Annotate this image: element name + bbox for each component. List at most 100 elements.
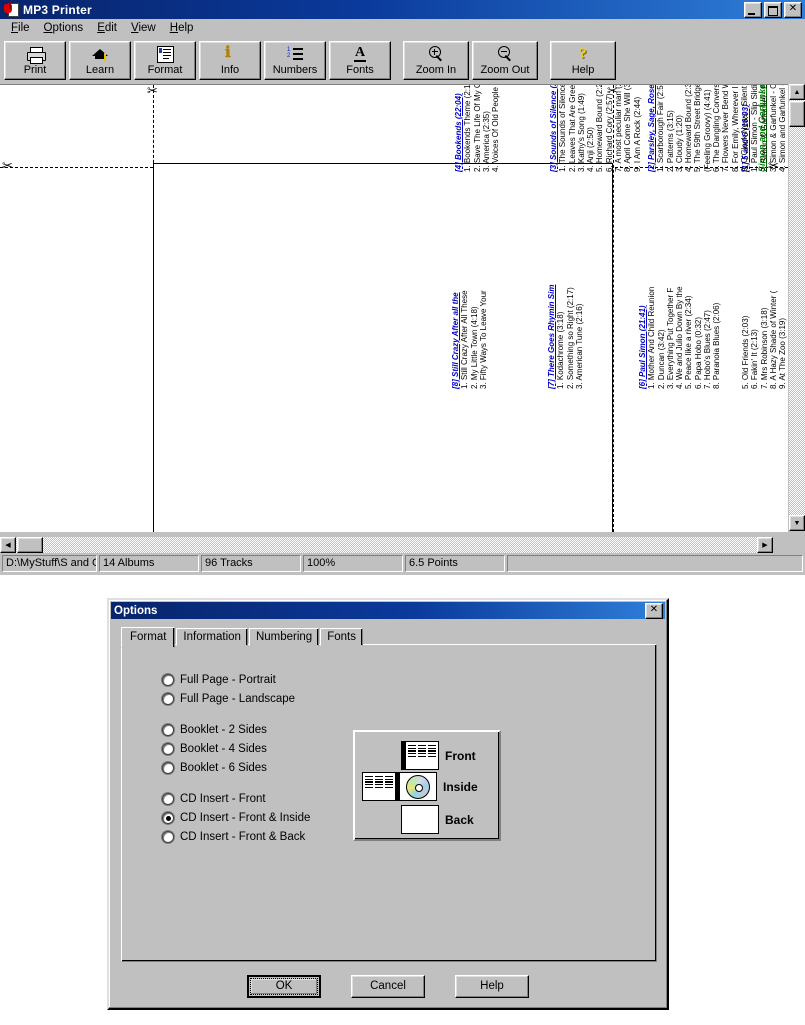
radio-label: Booklet - 4 Sides bbox=[180, 743, 267, 755]
radio-label: CD Insert - Front bbox=[180, 793, 266, 805]
album-column: [7] There Goes Rhymin Sim 1. Kodachrome (… bbox=[547, 285, 584, 389]
tab-numbering[interactable]: Numbering bbox=[248, 628, 320, 646]
format-preview-box: Front Inside Back bbox=[353, 730, 501, 841]
radio-cd-insert-front[interactable]: CD Insert - Front bbox=[162, 793, 266, 805]
track-line: 5. Peace like a river (2:34) bbox=[684, 295, 694, 389]
tab-information[interactable]: Information bbox=[176, 628, 248, 646]
track-line: 3. Simon & Garfunkel - Overs (1:59) bbox=[768, 84, 778, 172]
toolbar-button-zoom-out[interactable]: Zoom Out bbox=[472, 41, 538, 80]
scissors-icon-top-left: ✂ bbox=[147, 84, 158, 99]
menu-item-edit[interactable]: Edit bbox=[90, 20, 124, 37]
album-header: [8] Still Crazy After all the bbox=[451, 292, 460, 389]
status-path: D:\MyStuff\S and G bbox=[2, 555, 97, 572]
radio-booklet-4-sides[interactable]: Booklet - 4 Sides bbox=[162, 743, 267, 755]
radio-full-page-portrait[interactable]: Full Page - Portrait bbox=[162, 674, 276, 686]
album-column: 5. Old Friends (2:03) 6. Fakin' It (2:13)… bbox=[741, 284, 788, 389]
maximize-button[interactable] bbox=[764, 1, 782, 18]
vertical-scrollbar[interactable]: ▲ ▼ bbox=[789, 84, 805, 531]
menu-item-file[interactable]: FFileile bbox=[4, 20, 37, 37]
ok-button-label: OK bbox=[250, 978, 318, 995]
dialog-tab-panel: Full Page - Portrait Full Page - Landsca… bbox=[121, 644, 657, 962]
track-line: 8. Paranoia Blues (2:06) bbox=[712, 302, 722, 389]
radio-indicator[interactable] bbox=[162, 812, 174, 824]
track-line: 1. Kodachrome (3:18) bbox=[556, 311, 566, 389]
track-line: 2. Simon & Garfunkel - Blessed (3:49) bbox=[759, 84, 769, 172]
dialog-button-row: OK Cancel Help bbox=[109, 975, 667, 998]
track-line: (Feeling Groovy) (4:41) bbox=[702, 89, 712, 172]
radio-indicator[interactable] bbox=[162, 793, 174, 805]
track-line: 4. Homeward Bound (2:33) bbox=[684, 84, 694, 172]
radio-indicator[interactable] bbox=[162, 831, 174, 843]
radio-label: Booklet - 6 Sides bbox=[180, 762, 267, 774]
radio-label: CD Insert - Front & Back bbox=[180, 831, 306, 843]
track-line: 8. April Come She Will (3:05) bbox=[623, 84, 633, 172]
track-line: 1. Bookends Theme (2:14) bbox=[463, 84, 473, 172]
mp3-printer-icon bbox=[4, 2, 20, 17]
track-line: 5. Simon and Garfunkel - We've got bbox=[787, 85, 788, 172]
track-line: 2. Save The Life Of My Child (1:42) bbox=[472, 84, 482, 172]
toolbar-button-print[interactable]: Print bbox=[4, 41, 66, 80]
toolbar-button-help[interactable]: ? Help bbox=[550, 41, 616, 80]
cancel-button[interactable]: Cancel bbox=[351, 975, 425, 998]
radio-booklet-2-sides[interactable]: Booklet - 2 Sides bbox=[162, 724, 267, 736]
preview-back-row: Back bbox=[401, 805, 474, 834]
toolbar-button-learn[interactable]: Learn bbox=[69, 41, 131, 80]
menu-item-help[interactable]: Help bbox=[163, 20, 201, 37]
album-header: [3] Sounds of Silence (23:05) bbox=[549, 84, 558, 172]
numbered-list-icon: 12 bbox=[287, 45, 303, 63]
toolbar-button-fonts[interactable]: A Fonts bbox=[329, 41, 391, 80]
dialog-close-button[interactable]: ✕ bbox=[645, 602, 663, 619]
preview-front-card bbox=[401, 741, 439, 770]
toolbar-label: Fonts bbox=[346, 64, 374, 76]
close-button[interactable]: ✕ bbox=[784, 1, 802, 18]
scroll-right-button[interactable]: ▶ bbox=[757, 537, 773, 553]
scroll-left-button[interactable]: ◀ bbox=[0, 537, 16, 553]
album-header: [6] Paul Simon (21:41) bbox=[638, 305, 647, 389]
track-line: 6. The Dangling Conversation (3:04) bbox=[712, 84, 722, 172]
radio-indicator[interactable] bbox=[162, 724, 174, 736]
vscroll-track[interactable] bbox=[789, 100, 805, 515]
vscroll-thumb[interactable] bbox=[789, 101, 805, 127]
toolbar-label: Info bbox=[220, 64, 240, 76]
menu-item-view[interactable]: View bbox=[124, 20, 163, 37]
radio-indicator[interactable] bbox=[162, 743, 174, 755]
screen: MP3 Printer ✕ FFileile Options Edit View… bbox=[0, 0, 805, 1025]
minimize-button[interactable] bbox=[744, 1, 762, 18]
track-line: 9. I Am A Rock (2:44) bbox=[632, 96, 642, 172]
window-title: MP3 Printer bbox=[23, 2, 92, 17]
radio-cd-insert-front-back[interactable]: CD Insert - Front & Back bbox=[162, 831, 305, 843]
track-line: 1. Scarborough Fair (2:57) bbox=[656, 84, 666, 172]
status-extra bbox=[507, 555, 803, 572]
track-line: 8. A Hazy Shade of Winter ( bbox=[768, 290, 778, 389]
scrollbar-corner bbox=[773, 537, 789, 553]
scroll-down-button[interactable]: ▼ bbox=[789, 515, 805, 531]
toolbar: Print Learn Format ℹ Info 1 2 Numbers A … bbox=[0, 37, 805, 84]
help-button[interactable]: Help bbox=[455, 975, 529, 998]
toolbar-label: Zoom In bbox=[415, 64, 457, 76]
toolbar-button-numbers[interactable]: 12 Numbers bbox=[264, 41, 326, 80]
graduation-cap-icon bbox=[91, 45, 109, 63]
toolbar-button-info[interactable]: ℹ Info bbox=[199, 41, 261, 80]
toolbar-button-zoom-in[interactable]: Zoom In bbox=[403, 41, 469, 80]
radio-indicator[interactable] bbox=[162, 674, 174, 686]
hscroll-thumb[interactable] bbox=[17, 537, 43, 553]
radio-full-page-landscape[interactable]: Full Page - Landscape bbox=[162, 693, 295, 705]
radio-booklet-6-sides[interactable]: Booklet - 6 Sides bbox=[162, 762, 267, 774]
horizontal-scrollbar[interactable]: ◀ ▶ bbox=[0, 537, 789, 553]
menu-item-options[interactable]: Options bbox=[37, 20, 91, 37]
toolbar-button-format[interactable]: Format bbox=[134, 41, 196, 80]
track-line: 6. Richard Cory (2:57) bbox=[604, 93, 614, 172]
track-line: 6. Fakin' It (2:13) bbox=[750, 329, 760, 389]
status-points: 6.5 Points bbox=[405, 555, 505, 572]
tab-fonts[interactable]: Fonts bbox=[320, 628, 363, 646]
tab-format[interactable]: Format bbox=[121, 627, 176, 648]
document-preview-canvas[interactable]: ✂ ✂ ✂ ✂ Simon and Garfunkel [1] 5 and 6 … bbox=[0, 84, 788, 532]
radio-cd-insert-front-inside[interactable]: CD Insert - Front & Inside bbox=[162, 812, 310, 824]
preview-inside-label: Inside bbox=[443, 779, 478, 794]
radio-indicator[interactable] bbox=[162, 762, 174, 774]
toolbar-label: Learn bbox=[85, 64, 115, 76]
zoom-in-icon bbox=[428, 45, 444, 63]
ok-button[interactable]: OK bbox=[247, 975, 321, 998]
scroll-up-button[interactable]: ▲ bbox=[789, 84, 805, 100]
radio-indicator[interactable] bbox=[162, 693, 174, 705]
